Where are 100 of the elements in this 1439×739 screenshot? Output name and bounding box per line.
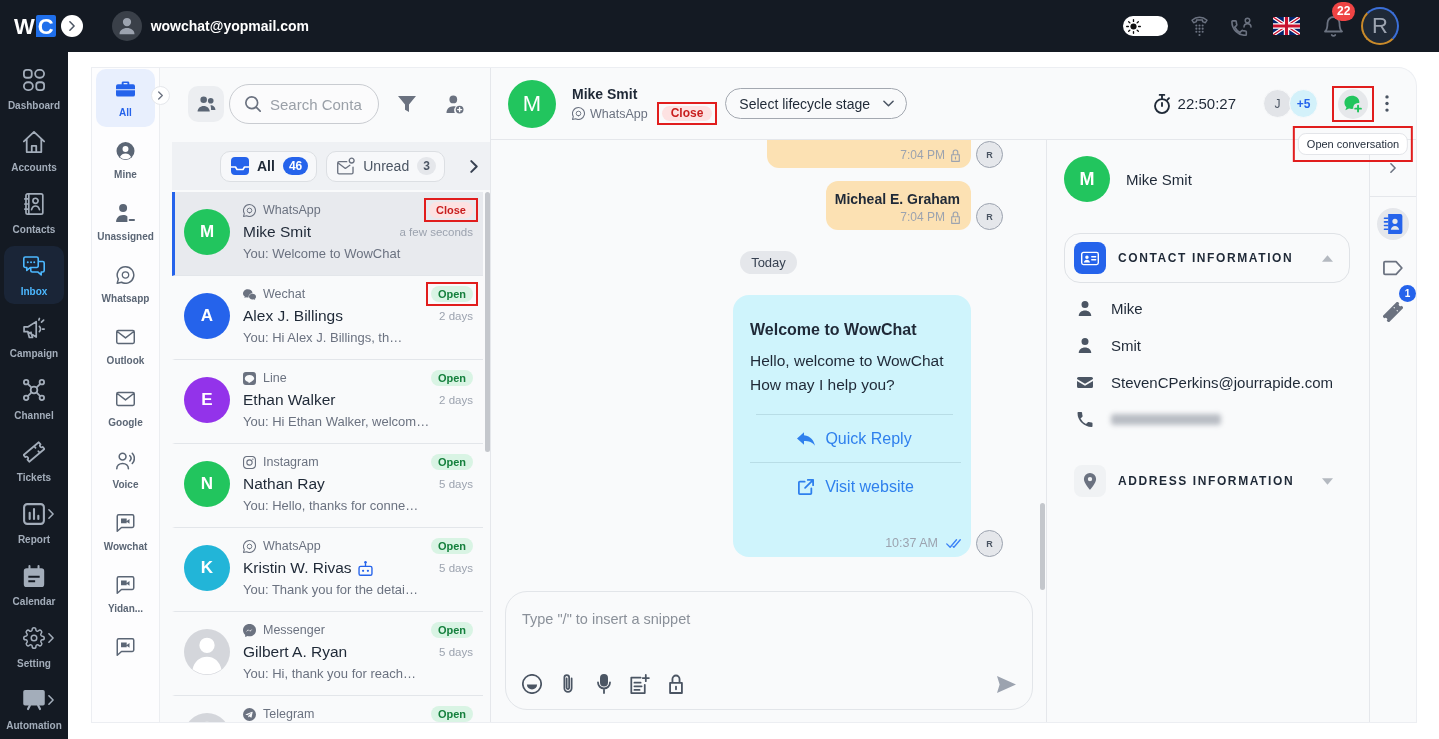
expand-button[interactable] bbox=[60, 15, 83, 37]
dialpad-icon[interactable] bbox=[1191, 16, 1208, 36]
microphone-icon[interactable] bbox=[594, 674, 614, 694]
folder-item[interactable]: All bbox=[96, 69, 155, 127]
calendar-icon bbox=[23, 565, 45, 587]
nav-item[interactable]: Automation bbox=[4, 680, 64, 738]
filter-button[interactable] bbox=[398, 96, 416, 112]
bell-icon[interactable] bbox=[1324, 15, 1343, 37]
status-badge: Open bbox=[430, 538, 473, 554]
channel-label: WhatsApp bbox=[263, 539, 321, 553]
participant-avatar[interactable]: J bbox=[1263, 89, 1292, 118]
theme-toggle[interactable] bbox=[1123, 16, 1168, 36]
count-badge: 1 bbox=[1399, 285, 1416, 302]
speaking-person-icon bbox=[116, 452, 135, 470]
contacts-group-button[interactable] bbox=[188, 86, 224, 122]
sun-icon bbox=[1126, 18, 1141, 34]
conversation-item[interactable]: E Line Open Ethan Walker 2 days You: Hi Ethan Walker, welcom… bbox=[172, 360, 483, 444]
folder-item[interactable]: Wowchat bbox=[96, 503, 155, 561]
profile-avatar[interactable]: R bbox=[1361, 7, 1399, 45]
contact-card-icon bbox=[1081, 249, 1099, 267]
search-icon bbox=[245, 96, 261, 112]
section-title: ADDRESS INFORMATION bbox=[1118, 474, 1295, 488]
speech-bubble-icon bbox=[116, 266, 135, 284]
filter-tab[interactable]: Unread 3 bbox=[326, 150, 445, 182]
message-time: 7:04 PM bbox=[900, 209, 945, 225]
emoji-icon[interactable] bbox=[522, 674, 542, 694]
status-badge: Open bbox=[430, 286, 473, 302]
search-field[interactable]: Search Conta bbox=[229, 84, 379, 124]
avatar: M bbox=[184, 209, 230, 255]
folder-item[interactable]: Google bbox=[96, 379, 155, 437]
section-header[interactable]: CONTACT INFORMATION bbox=[1064, 233, 1350, 283]
nav-item[interactable]: Channel bbox=[4, 370, 64, 428]
briefcase-icon bbox=[116, 80, 135, 98]
folder-item[interactable]: Whatsapp bbox=[96, 255, 155, 313]
status-badge: Close bbox=[429, 202, 473, 218]
channel-label: WhatsApp bbox=[263, 203, 321, 217]
search-input[interactable]: Search Conta bbox=[270, 95, 370, 113]
folder-item[interactable]: Unassigned bbox=[96, 193, 155, 251]
flag-icon[interactable] bbox=[1273, 17, 1300, 35]
channel-label: Line bbox=[263, 371, 287, 385]
mail-icon bbox=[116, 390, 135, 408]
message-preview: You: Hello, thanks for conne… bbox=[243, 497, 420, 515]
channel-label: WhatsApp bbox=[590, 106, 648, 121]
note-add-icon[interactable] bbox=[630, 674, 650, 694]
folder-item[interactable]: Mine bbox=[96, 131, 155, 189]
conversation-item[interactable]: K WhatsApp Open Kristin W. Rivas 5 days You: Thank you for the detai… bbox=[172, 528, 483, 612]
avatar: R bbox=[976, 530, 1003, 557]
conversation-item[interactable]: N Instagram Open Nathan Ray 5 days You: Hello, thanks for conne… bbox=[172, 444, 483, 528]
message-composer[interactable]: Type "/" to insert a snippet bbox=[505, 591, 1033, 710]
time-label: 2 days bbox=[439, 394, 473, 406]
scrollbar-thumb[interactable] bbox=[1040, 503, 1045, 590]
nav-item[interactable]: Tickets bbox=[4, 432, 64, 490]
conversation-item[interactable]: Messenger Open Gilbert A. Ryan 5 days You: Hi, thank you for reach… bbox=[172, 612, 483, 696]
contact-name: Mike Smit bbox=[572, 86, 639, 102]
conversation-item[interactable]: A Wechat Open Alex J. Billings 2 days You: Hi Alex J. Billings, th… bbox=[172, 276, 483, 360]
avatar: R bbox=[976, 203, 1003, 230]
people-icon bbox=[196, 96, 216, 112]
inbox-icon bbox=[231, 157, 249, 175]
collapse-button[interactable] bbox=[1390, 163, 1396, 173]
field-value: Mike bbox=[1111, 300, 1143, 317]
video-chat-icon bbox=[116, 638, 135, 656]
chevron-down-icon bbox=[883, 100, 895, 107]
participant-avatar[interactable]: +5 bbox=[1289, 89, 1318, 118]
scroll-right-button[interactable] bbox=[470, 159, 478, 173]
unread-mail-icon bbox=[337, 157, 356, 175]
nav-item[interactable]: Accounts bbox=[4, 122, 64, 180]
board-icon bbox=[23, 689, 45, 711]
folder-item[interactable]: Yidan... bbox=[96, 565, 155, 623]
time-label: a few seconds bbox=[399, 226, 473, 238]
user-minus-icon bbox=[116, 204, 135, 222]
side-tab[interactable] bbox=[1377, 208, 1409, 240]
folder-item[interactable]: Outlook bbox=[96, 317, 155, 375]
field-value: StevenCPerkins@jourrapide.com bbox=[1111, 374, 1333, 391]
channel-label: Telegram bbox=[263, 707, 315, 721]
contact-name: Gilbert A. Ryan bbox=[243, 643, 348, 661]
add-contact-button[interactable] bbox=[446, 94, 464, 114]
phone-person-icon[interactable] bbox=[1231, 16, 1252, 36]
filter-tab[interactable]: All 46 bbox=[220, 150, 318, 182]
conversation-item[interactable]: M WhatsApp Close Mike Smit a few seconds You: Welcome to WowChat bbox=[172, 192, 483, 276]
scrollbar-thumb[interactable] bbox=[485, 192, 490, 452]
nav-item[interactable]: Setting bbox=[4, 618, 64, 676]
bar-chart-icon bbox=[23, 503, 45, 525]
message-time: 10:37 AM bbox=[885, 535, 938, 551]
avatar: M bbox=[508, 79, 556, 128]
chevron-right-icon bbox=[470, 159, 478, 173]
conversation-item[interactable]: Telegram Open bbox=[172, 696, 483, 722]
folder-item[interactable]: Voice bbox=[96, 441, 155, 499]
nav-item[interactable]: Inbox bbox=[4, 246, 64, 304]
more-button[interactable] bbox=[1385, 95, 1389, 112]
nav-item[interactable]: Dashboard bbox=[4, 60, 64, 118]
nav-item[interactable]: Calendar bbox=[4, 556, 64, 614]
chevron-right-icon bbox=[68, 21, 75, 31]
lock-icon[interactable] bbox=[666, 674, 686, 694]
nav-item[interactable]: Report bbox=[4, 494, 64, 552]
nav-item[interactable]: Campaign bbox=[4, 308, 64, 366]
message-preview: You: Hi, thank you for reach… bbox=[243, 665, 417, 683]
message-input[interactable]: Type "/" to insert a snippet bbox=[522, 609, 1016, 674]
notification-badge: 22 bbox=[1332, 1, 1356, 21]
add-user-icon bbox=[446, 94, 464, 114]
nav-item[interactable]: Contacts bbox=[4, 184, 64, 242]
